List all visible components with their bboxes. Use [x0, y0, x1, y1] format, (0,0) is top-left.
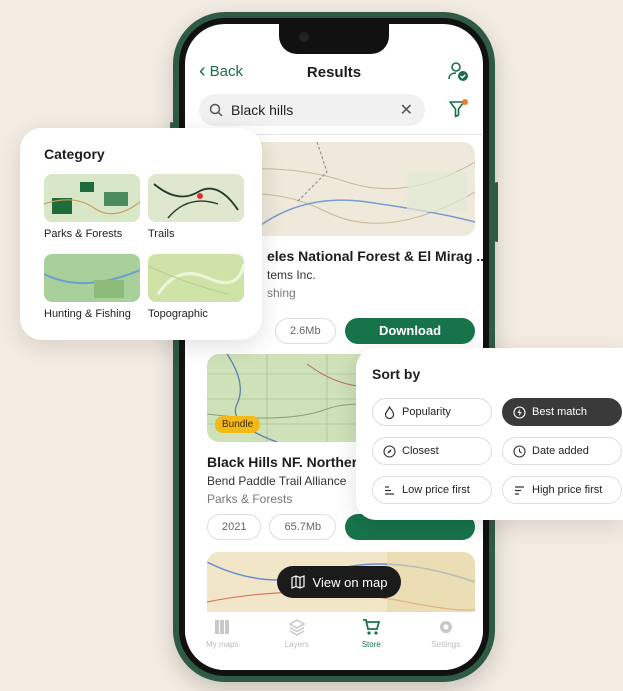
view-on-map-label: View on map	[312, 574, 388, 590]
tab-label: My maps	[206, 640, 239, 649]
category-thumbnail	[148, 174, 244, 222]
phone-screen: ‹ Back Results ✕	[185, 24, 483, 670]
sort-best-match-button[interactable]: Best match	[502, 398, 622, 426]
tab-label: Settings	[431, 640, 461, 649]
gear-icon	[439, 621, 452, 633]
category-thumbnail	[44, 174, 140, 222]
category-label: Trails	[148, 228, 175, 240]
tab-label: Store	[361, 640, 381, 649]
phone-bezel: ‹ Back Results ✕	[179, 18, 489, 676]
sort-label: Popularity	[402, 406, 451, 418]
category-label: Hunting & Fishing	[44, 308, 131, 320]
tab-settings[interactable]: Settings	[409, 612, 484, 670]
card-title: eles National Forest & El Mirag ...	[267, 248, 483, 264]
sort-date-added-button[interactable]: Date added	[502, 437, 622, 465]
compass-icon	[383, 444, 396, 458]
category-label: Parks & Forests	[44, 228, 123, 240]
category-topographic[interactable]: Topographic	[148, 254, 244, 320]
notch	[279, 24, 389, 54]
search-bar: ✕	[199, 94, 425, 126]
category-thumbnail	[44, 254, 140, 302]
download-button[interactable]: Download	[345, 318, 475, 344]
clock-icon	[513, 444, 526, 458]
search-icon	[209, 103, 223, 117]
clear-icon[interactable]: ✕	[400, 100, 413, 120]
tab-layers[interactable]: Layers	[260, 612, 335, 670]
tab-label: Layers	[284, 640, 309, 649]
sort-popularity-button[interactable]: Popularity	[372, 398, 492, 426]
card-publisher: tems Inc.	[267, 268, 316, 282]
sort-label: Date added	[532, 445, 589, 457]
sort-label: Low price first	[402, 484, 470, 496]
filter-icon[interactable]	[447, 98, 469, 120]
category-thumbnail	[148, 254, 244, 302]
map-icon	[290, 575, 305, 589]
camera	[299, 32, 309, 42]
category-parks-forests[interactable]: Parks & Forests	[44, 174, 140, 240]
category-label: Topographic	[148, 308, 208, 320]
tab-my-maps[interactable]: My maps	[185, 612, 260, 670]
sort-ascending-icon	[385, 485, 394, 495]
bolt-icon	[513, 405, 526, 419]
category-hunting-fishing[interactable]: Hunting & Fishing	[44, 254, 140, 320]
user-check-icon[interactable]	[447, 60, 469, 82]
flame-icon	[384, 405, 395, 419]
sort-high-price-button[interactable]: High price first	[502, 476, 622, 504]
tab-bar: My maps Layers Store Settings	[185, 612, 483, 670]
view-on-map-button[interactable]: View on map	[277, 566, 401, 598]
sort-low-price-button[interactable]: Low price first	[372, 476, 492, 504]
search-input[interactable]	[229, 101, 403, 119]
book-icon	[215, 620, 230, 634]
sort-label: Best match	[532, 406, 588, 418]
category-title: Category	[44, 146, 105, 162]
sort-closest-button[interactable]: Closest	[372, 437, 492, 465]
phone-frame: ‹ Back Results ✕	[170, 12, 498, 682]
sort-title: Sort by	[372, 366, 421, 382]
category-panel: Category Parks & Forests Trails Hunting …	[20, 128, 262, 340]
size-chip: 65.7Mb	[269, 514, 337, 540]
sort-descending-icon	[515, 485, 524, 495]
sort-label: Closest	[402, 445, 439, 457]
sort-label: High price first	[532, 484, 603, 496]
sort-panel: Sort by Popularity Best match Closest Da…	[356, 348, 623, 520]
cart-icon	[363, 619, 381, 635]
tab-store[interactable]: Store	[334, 612, 409, 670]
year-chip: 2021	[207, 514, 262, 540]
layers-icon	[288, 619, 306, 636]
header: ‹ Back Results	[185, 60, 483, 92]
category-trails[interactable]: Trails	[148, 174, 244, 240]
page-title: Results	[306, 64, 362, 81]
size-chip: 2.6Mb	[275, 318, 336, 344]
card-category: shing	[267, 286, 296, 300]
power-button	[495, 182, 498, 242]
bundle-badge: Bundle	[215, 416, 261, 433]
